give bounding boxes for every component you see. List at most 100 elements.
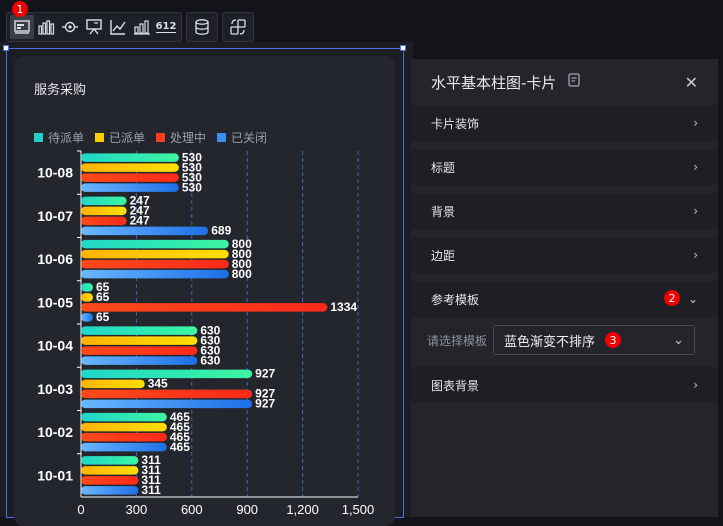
template-select[interactable]: 蓝色渐变不排序 3 ⌄ bbox=[493, 325, 695, 355]
properties-panel: 水平基本柱图-卡片 ✕ 卡片装饰 › 标题 › 背景 › 边距 › 参考模板 2 ⌄ 请… bbox=[411, 59, 718, 517]
bar bbox=[81, 196, 127, 206]
column-chart-icon bbox=[134, 20, 150, 35]
bar-value-label: 65 bbox=[96, 310, 110, 324]
close-icon[interactable]: ✕ bbox=[685, 73, 698, 92]
panel-title: 水平基本柱图-卡片 bbox=[431, 73, 557, 92]
chevron-right-icon: › bbox=[693, 378, 698, 392]
bar-chart-plot: 0 300 600 900 1,200 1,50010-0853053053053010-… bbox=[37, 150, 375, 517]
transform-icon bbox=[230, 19, 246, 35]
template-select-row: 请选择模板 蓝色渐变不排序 3 ⌄ bbox=[411, 319, 718, 361]
bar bbox=[81, 389, 253, 399]
template-select-value: 蓝色渐变不排序 bbox=[504, 334, 596, 350]
transform-button[interactable] bbox=[226, 15, 250, 39]
section-card-decoration[interactable]: 卡片装饰 › bbox=[411, 105, 718, 141]
bar-value-label: 689 bbox=[211, 224, 231, 238]
x-tick-label: 300 bbox=[126, 502, 148, 517]
step-3-badge: 3 bbox=[605, 332, 622, 348]
eye-target-button[interactable] bbox=[58, 15, 82, 39]
section-label: 参考模板 bbox=[431, 292, 480, 307]
database-button[interactable] bbox=[190, 15, 214, 39]
bar bbox=[81, 466, 139, 475]
x-tick-label: 600 bbox=[181, 502, 203, 517]
bar bbox=[81, 173, 179, 182]
y-tick-label: 10-03 bbox=[37, 381, 73, 397]
section-label: 背景 bbox=[431, 204, 456, 219]
bar-chart-button[interactable] bbox=[34, 15, 58, 39]
bar bbox=[81, 456, 139, 465]
number-612-button[interactable]: 612 bbox=[154, 15, 178, 39]
bar bbox=[81, 259, 229, 269]
chevron-right-icon: › bbox=[693, 160, 698, 174]
section-label: 边距 bbox=[431, 248, 456, 263]
y-tick-label: 10-06 bbox=[37, 251, 73, 267]
bar bbox=[81, 326, 198, 335]
bar-value-label: 465 bbox=[170, 440, 190, 454]
bar-value-label: 65 bbox=[96, 290, 110, 304]
number-612-icon: 612 bbox=[155, 21, 177, 33]
design-canvas: 服务采购 待派单 已派单 处理中 已关闭 0 300 600 900 1,200 1,50… bbox=[0, 42, 413, 526]
bar bbox=[81, 336, 198, 345]
bar-value-label: 927 bbox=[255, 367, 275, 381]
line-axes-icon bbox=[110, 20, 126, 35]
bar bbox=[81, 269, 229, 279]
y-tick-label: 10-07 bbox=[37, 208, 73, 224]
chevron-down-icon: ⌄ bbox=[687, 292, 698, 306]
section-reference-template[interactable]: 参考模板 2 ⌄ bbox=[411, 281, 718, 317]
presentation-icon bbox=[86, 19, 102, 35]
resize-handle-top-right[interactable] bbox=[400, 45, 406, 51]
section-background[interactable]: 背景 › bbox=[411, 193, 718, 229]
bar bbox=[81, 422, 167, 432]
section-margin[interactable]: 边距 › bbox=[411, 237, 718, 273]
bar bbox=[81, 476, 139, 485]
section-chart-background[interactable]: 图表背景 › bbox=[411, 367, 718, 403]
section-label: 卡片装饰 bbox=[431, 116, 480, 131]
bar-value-label: 1334 bbox=[330, 300, 357, 314]
bar bbox=[81, 249, 229, 259]
bar-chart-icon bbox=[38, 20, 55, 35]
chevron-right-icon: › bbox=[693, 116, 698, 130]
bar bbox=[81, 293, 94, 302]
bar-value-label: 800 bbox=[232, 267, 252, 281]
bar bbox=[81, 356, 198, 365]
line-axes-button[interactable] bbox=[106, 15, 130, 39]
step-2-badge: 2 bbox=[664, 290, 680, 306]
chart-toolbar: 612 bbox=[6, 12, 254, 42]
bar-value-label: 345 bbox=[148, 377, 168, 391]
template-select-label: 请选择模板 bbox=[427, 333, 488, 348]
x-tick-label: 1,500 bbox=[342, 502, 375, 517]
y-tick-label: 10-01 bbox=[37, 467, 73, 483]
bar bbox=[81, 239, 229, 249]
section-title[interactable]: 标题 › bbox=[411, 149, 718, 185]
eye-target-icon bbox=[62, 21, 78, 33]
x-tick-label: 900 bbox=[236, 502, 258, 517]
panel-header: 水平基本柱图-卡片 ✕ bbox=[411, 59, 718, 105]
y-tick-label: 10-05 bbox=[37, 294, 73, 310]
y-tick-label: 10-04 bbox=[37, 338, 73, 354]
bar bbox=[81, 183, 179, 192]
bar bbox=[81, 379, 145, 389]
bar bbox=[81, 303, 328, 312]
bar bbox=[81, 346, 198, 355]
section-label: 图表背景 bbox=[431, 378, 480, 393]
bar bbox=[81, 153, 179, 162]
transform-group bbox=[222, 12, 254, 42]
bar bbox=[81, 432, 167, 442]
bar bbox=[81, 216, 127, 226]
data-group bbox=[186, 12, 218, 42]
bar-value-label: 247 bbox=[130, 214, 150, 228]
resize-handle-top-left[interactable] bbox=[3, 45, 9, 51]
chevron-right-icon: › bbox=[693, 204, 698, 218]
bar-value-label: 311 bbox=[141, 483, 161, 497]
presentation-button[interactable] bbox=[82, 15, 106, 39]
x-tick-label: 0 bbox=[77, 502, 84, 517]
chart-card: 服务采购 待派单 已派单 处理中 已关闭 0 300 600 900 1,200 1,50… bbox=[14, 56, 395, 526]
column-chart-button[interactable] bbox=[130, 15, 154, 39]
bar bbox=[81, 163, 179, 172]
chevron-down-icon: ⌄ bbox=[673, 332, 684, 348]
section-label: 标题 bbox=[431, 160, 456, 175]
doc-icon[interactable] bbox=[566, 72, 582, 92]
bar bbox=[81, 442, 167, 452]
card-chart-icon bbox=[14, 20, 30, 34]
card-chart-button[interactable] bbox=[10, 15, 34, 39]
chevron-right-icon: › bbox=[693, 248, 698, 262]
